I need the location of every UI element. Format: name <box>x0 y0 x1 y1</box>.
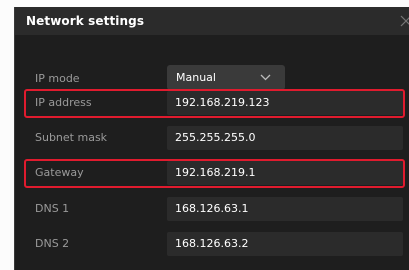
gateway-label: Gateway <box>35 166 84 179</box>
dns2-label: DNS 2 <box>35 237 70 250</box>
chevron-down-icon <box>260 65 271 90</box>
dns1-field[interactable]: 168.126.63.1 <box>167 197 403 221</box>
screenshot-canvas: Network settings IP mode Manual IP addre… <box>0 0 409 270</box>
close-icon[interactable] <box>398 10 409 32</box>
ip-mode-value: Manual <box>176 71 216 84</box>
network-settings-dialog: Network settings IP mode Manual IP addre… <box>14 7 409 270</box>
ip-address-label: IP address <box>35 96 92 109</box>
ip-mode-select[interactable]: Manual <box>167 65 285 90</box>
subnet-mask-field[interactable]: 255.255.255.0 <box>167 126 403 150</box>
dialog-titlebar: Network settings <box>15 7 409 35</box>
dialog-title: Network settings <box>26 14 145 28</box>
dns1-label: DNS 1 <box>35 202 70 215</box>
dns2-field[interactable]: 168.126.63.2 <box>167 232 403 256</box>
gateway-field[interactable]: 192.168.219.1 <box>167 161 403 185</box>
subnet-mask-label: Subnet mask <box>35 131 108 144</box>
ip-mode-label: IP mode <box>35 72 80 85</box>
ip-address-field[interactable]: 192.168.219.123 <box>167 91 403 115</box>
